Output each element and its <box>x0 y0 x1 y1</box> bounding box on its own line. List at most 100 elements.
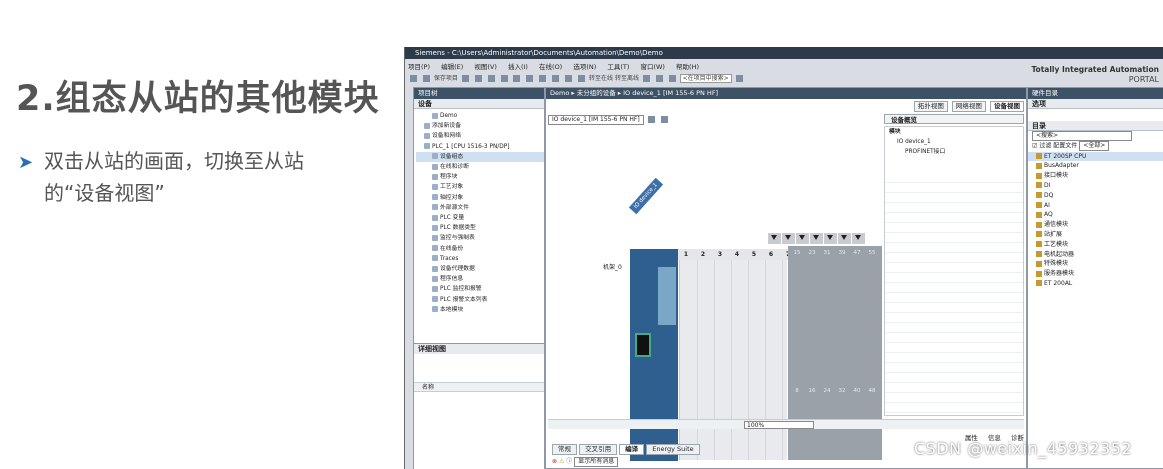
tab-energy-suite[interactable]: Energy Suite <box>646 444 700 455</box>
project-tree-item[interactable]: 设备代理数据 <box>416 264 544 274</box>
project-search-input[interactable]: <在项目中搜索> <box>679 74 732 83</box>
copy-icon[interactable] <box>487 75 495 82</box>
expand-arrow-box[interactable] <box>852 233 865 244</box>
catalog-item[interactable]: 特殊模块 <box>1028 259 1163 269</box>
catalog-search-input[interactable]: <搜索> <box>1032 131 1132 141</box>
menu-item[interactable]: 选项(N) <box>573 63 596 71</box>
tab-topology-view[interactable]: 拓扑视图 <box>913 101 948 112</box>
slide-title: 2.组态从站的其他模块 <box>16 79 380 119</box>
catalog-item[interactable]: 电机起动器 <box>1028 250 1163 260</box>
project-tree-item[interactable]: 程序块 <box>416 172 544 182</box>
menu-item[interactable]: 工具(T) <box>607 63 629 71</box>
split-editor-icon[interactable] <box>668 75 676 82</box>
device-props-icon[interactable] <box>647 116 655 123</box>
catalog-item[interactable]: ET 200SP CPU <box>1028 151 1163 162</box>
catalog-item[interactable]: 工艺模块 <box>1028 240 1163 250</box>
expand-arrow-box[interactable] <box>768 233 781 244</box>
message-filter-select[interactable]: 显示所有消息 <box>574 456 619 467</box>
undo-icon[interactable] <box>526 75 534 82</box>
project-tree-item[interactable]: 外部源文件 <box>416 203 544 213</box>
search-icon[interactable] <box>735 75 743 82</box>
compile-icon[interactable] <box>552 75 560 82</box>
interface-module[interactable] <box>630 249 678 461</box>
project-tree-item[interactable]: PLC 报警文本列表 <box>416 295 544 305</box>
project-tree-item[interactable]: 本地模块 <box>416 305 544 315</box>
project-tree-item[interactable]: 在线备份 <box>416 244 544 254</box>
paste-icon[interactable] <box>500 75 508 82</box>
catalog-item[interactable]: DI <box>1028 181 1163 191</box>
expand-arrow-box[interactable] <box>782 233 795 244</box>
catalog-item[interactable]: 接口模块 <box>1028 171 1163 181</box>
project-tree-item[interactable]: Traces <box>416 254 544 264</box>
project-tree-item[interactable]: 轴控对象 <box>416 193 544 203</box>
menu-item[interactable]: 帮助(H) <box>676 63 699 71</box>
info-icon[interactable]: ⓘ <box>566 458 572 465</box>
detail-view-header[interactable]: 详细视图 <box>414 344 544 354</box>
warning-icon[interactable]: ⚠ <box>559 458 564 465</box>
device-overview-tab[interactable]: 设备概览 <box>884 114 1024 124</box>
io-device-tag[interactable]: IO device_1 <box>628 177 664 215</box>
download-icon[interactable] <box>565 75 573 82</box>
accessible-devices-icon[interactable] <box>642 75 650 82</box>
expand-arrow-box[interactable] <box>810 233 823 244</box>
project-tree-item[interactable]: 程序信息 <box>416 274 544 284</box>
error-icon[interactable]: ⊗ <box>552 458 557 465</box>
catalog-item[interactable]: 通信模块 <box>1028 220 1163 230</box>
tab-general[interactable]: 常规 <box>552 444 577 455</box>
catalog-item[interactable]: AI <box>1028 201 1163 211</box>
project-tree-item[interactable]: 监控与强制表 <box>416 233 544 243</box>
go-offline-button[interactable]: 转至离线 <box>615 75 639 82</box>
tab-device-view[interactable]: 设备视图 <box>990 101 1024 112</box>
delete-icon[interactable] <box>513 75 521 82</box>
go-online-button[interactable]: 转至在线 <box>589 75 613 82</box>
menu-item[interactable]: 视图(V) <box>474 63 497 71</box>
project-tree-devices-tab[interactable]: 设备 <box>414 99 544 109</box>
catalog-section[interactable]: 目录 <box>1028 121 1163 131</box>
open-project-icon[interactable] <box>422 75 430 82</box>
project-tree-item[interactable]: Demo <box>416 111 544 121</box>
project-tree-item[interactable]: PLC 变量 <box>416 213 544 223</box>
expand-arrow-box[interactable] <box>824 233 837 244</box>
catalog-item[interactable]: BusAdapter <box>1028 161 1163 171</box>
menu-item[interactable]: 插入(I) <box>508 63 528 71</box>
tab-compile[interactable]: 编译 <box>619 444 645 455</box>
menu-item[interactable]: 窗口(W) <box>640 63 665 71</box>
tab-cross-reference[interactable]: 交叉引用 <box>579 444 618 455</box>
zoom-select[interactable]: 100% <box>744 421 814 429</box>
redo-icon[interactable] <box>539 75 547 82</box>
empty-slots[interactable] <box>679 260 787 460</box>
catalog-item[interactable]: 服务器模块 <box>1028 269 1163 279</box>
tab-network-view[interactable]: 网络视图 <box>951 101 986 112</box>
catalog-item[interactable]: DQ <box>1028 191 1163 201</box>
project-tree-item[interactable]: 工艺对象 <box>416 182 544 192</box>
catalog-item[interactable]: 站扩展 <box>1028 230 1163 240</box>
overview-row[interactable]: PROFINET接口 <box>885 147 1023 157</box>
project-tree-item[interactable]: 设备组态 <box>416 151 544 163</box>
profile-select[interactable]: <全部> <box>1079 141 1110 152</box>
print-icon[interactable] <box>461 75 469 82</box>
project-tree-item[interactable]: 添加新设备 <box>416 121 544 131</box>
project-tree-item[interactable]: PLC 数据类型 <box>416 223 544 233</box>
project-tree-item[interactable]: 设备和网络 <box>416 131 544 141</box>
filter-checkbox[interactable]: ☑ <box>1032 143 1037 150</box>
menu-item[interactable]: 在线(O) <box>539 63 562 71</box>
cut-icon[interactable] <box>474 75 482 82</box>
device-canvas[interactable]: IO device_1 机架_0 01234567 15233139475581… <box>548 128 882 461</box>
project-tree-item[interactable]: PLC_1 [CPU 1516-3 PN/DP] <box>416 142 544 152</box>
catalog-item[interactable]: ET 200AL <box>1028 279 1163 289</box>
project-tree-item[interactable]: PLC 监控和报警 <box>416 284 544 294</box>
menu-item[interactable]: 编辑(E) <box>441 63 463 71</box>
expand-slot-arrows[interactable] <box>768 233 868 245</box>
upload-icon[interactable] <box>578 75 586 82</box>
project-tree-item[interactable]: 在线和诊断 <box>416 162 544 172</box>
menu-item[interactable]: 项目(P) <box>408 63 430 71</box>
cross-reference-icon[interactable] <box>655 75 663 82</box>
expand-arrow-box[interactable] <box>796 233 809 244</box>
save-project-button[interactable]: 保存项目 <box>434 75 458 82</box>
catalog-item[interactable]: AQ <box>1028 210 1163 220</box>
overview-row[interactable]: IO device_1 <box>885 137 1023 147</box>
expand-arrow-box[interactable] <box>838 233 851 244</box>
zoom-icon[interactable] <box>660 116 668 123</box>
device-select[interactable]: IO device_1 [IM 155-6 PN HF] <box>548 114 644 125</box>
new-project-icon[interactable] <box>410 75 417 82</box>
